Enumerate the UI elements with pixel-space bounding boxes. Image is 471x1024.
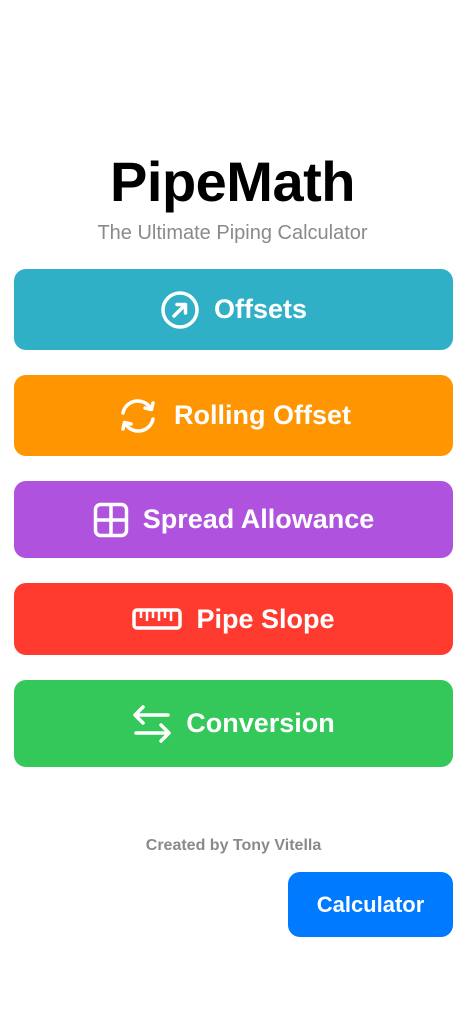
spread-allowance-button[interactable]: Spread Allowance xyxy=(14,481,453,558)
swap-arrows-icon xyxy=(132,702,172,746)
rotate-arrows-icon xyxy=(116,396,160,436)
calculator-button[interactable]: Calculator xyxy=(288,872,453,937)
grid-icon xyxy=(93,502,129,538)
app-title: PipeMath xyxy=(110,150,355,213)
app-subtitle: The Ultimate Piping Calculator xyxy=(97,222,368,244)
rolling-offset-button[interactable]: Rolling Offset xyxy=(14,375,453,456)
credit-text: Created by Tony Vitella xyxy=(145,837,322,854)
offsets-label: Offsets xyxy=(213,294,308,324)
rolling-offset-label: Rolling Offset xyxy=(174,400,351,430)
pipe-slope-label: Pipe Slope xyxy=(196,603,335,634)
spread-allowance-label: Spread Allowance xyxy=(142,504,375,534)
pipe-slope-button[interactable]: Pipe Slope xyxy=(14,583,453,655)
conversion-label: Conversion xyxy=(186,708,335,738)
offsets-button[interactable]: Offsets xyxy=(14,269,453,350)
ruler-icon xyxy=(132,607,183,631)
arrow-up-right-circle-icon xyxy=(160,290,200,330)
conversion-button[interactable]: Conversion xyxy=(14,680,453,767)
